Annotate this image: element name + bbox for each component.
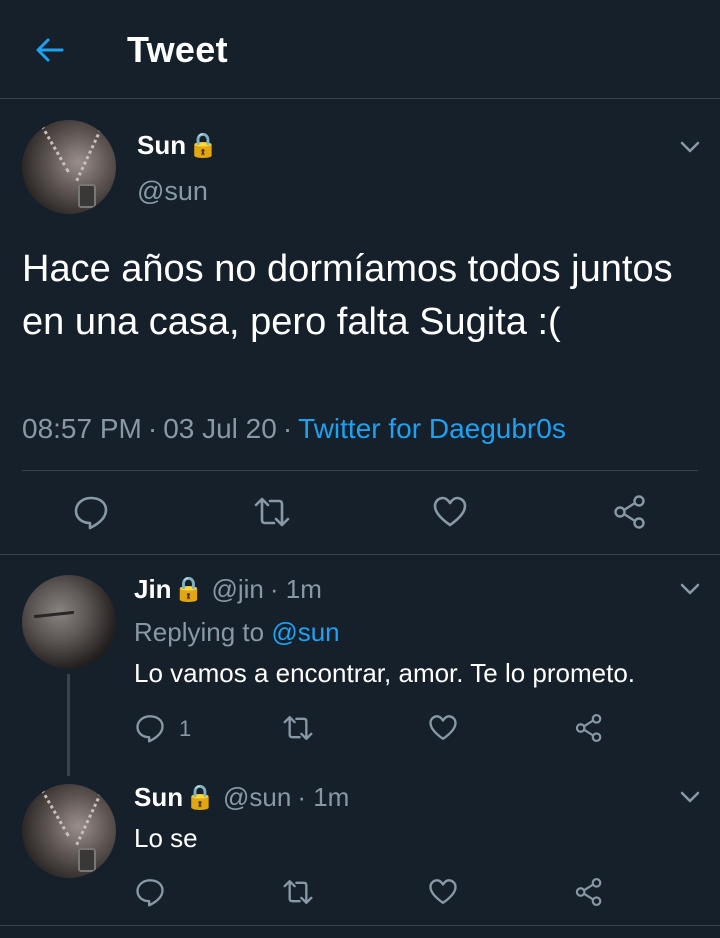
top-bar: Tweet [0,0,720,99]
share-icon[interactable] [612,494,648,530]
avatar[interactable] [22,120,116,214]
avatar[interactable] [22,784,116,878]
author-handle[interactable]: @jin [211,574,263,605]
chevron-down-icon[interactable] [679,136,701,158]
reply-time: · 1m [269,574,322,604]
comment-icon[interactable] [73,494,109,530]
reply-author[interactable]: Jin 🔒 @jin · 1m [134,574,322,605]
back-arrow-icon[interactable] [32,32,68,68]
author-name-text: Jin [134,574,172,604]
share-icon[interactable] [574,713,604,743]
replying-to: Replying to @sun [134,617,340,648]
heart-icon[interactable] [428,877,458,907]
divider [0,554,720,555]
separator: · [147,413,158,444]
lock-icon: 🔒 [185,784,215,811]
replying-label: Replying to [134,617,265,647]
retweet-icon[interactable] [281,877,313,907]
author-handle[interactable]: @sun [223,782,291,813]
tweet-date: 03 Jul 20 [163,413,277,444]
reply-text: Lo vamos a encontrar, amor. Te lo promet… [134,658,636,688]
chevron-down-icon[interactable] [679,786,701,808]
lock-icon: 🔒 [173,576,204,603]
page-title: Tweet [127,29,228,70]
comment-icon[interactable] [135,877,165,907]
divider [0,925,720,926]
tweet-actions [0,492,720,532]
lock-icon: 🔒 [188,132,218,159]
reply-text: Lo se [134,823,198,853]
separator: · [282,413,293,444]
reply-count: 1 [179,716,192,741]
author-handle[interactable]: @sun [137,176,208,207]
thread-connector [67,674,70,776]
author-name[interactable]: Sun 🔒 [137,130,218,161]
author-name-text: Sun [137,130,187,160]
retweet-icon[interactable] [281,713,313,743]
avatar[interactable] [22,575,116,669]
tweet-text: Hace años no dormíamos todos juntos en u… [22,248,673,343]
divider [22,470,698,471]
heart-icon[interactable] [428,713,458,743]
chevron-down-icon[interactable] [679,578,701,600]
mention-link[interactable]: @sun [271,617,339,647]
tweet-meta: 08:57 PM · 03 Jul 20 · Twitter for Daegubr0s [22,413,566,445]
retweet-icon[interactable] [252,494,290,530]
tweet-source-link[interactable]: Twitter for Daegubr0s [298,413,566,444]
reply-time: · 1m [297,782,350,812]
author-name-text: Sun [134,782,184,812]
heart-icon[interactable] [432,494,468,530]
comment-icon[interactable] [135,713,165,743]
tweet-time: 08:57 PM [22,413,142,444]
reply-author[interactable]: Sun 🔒 @sun · 1m [134,782,349,813]
share-icon[interactable] [574,877,604,907]
